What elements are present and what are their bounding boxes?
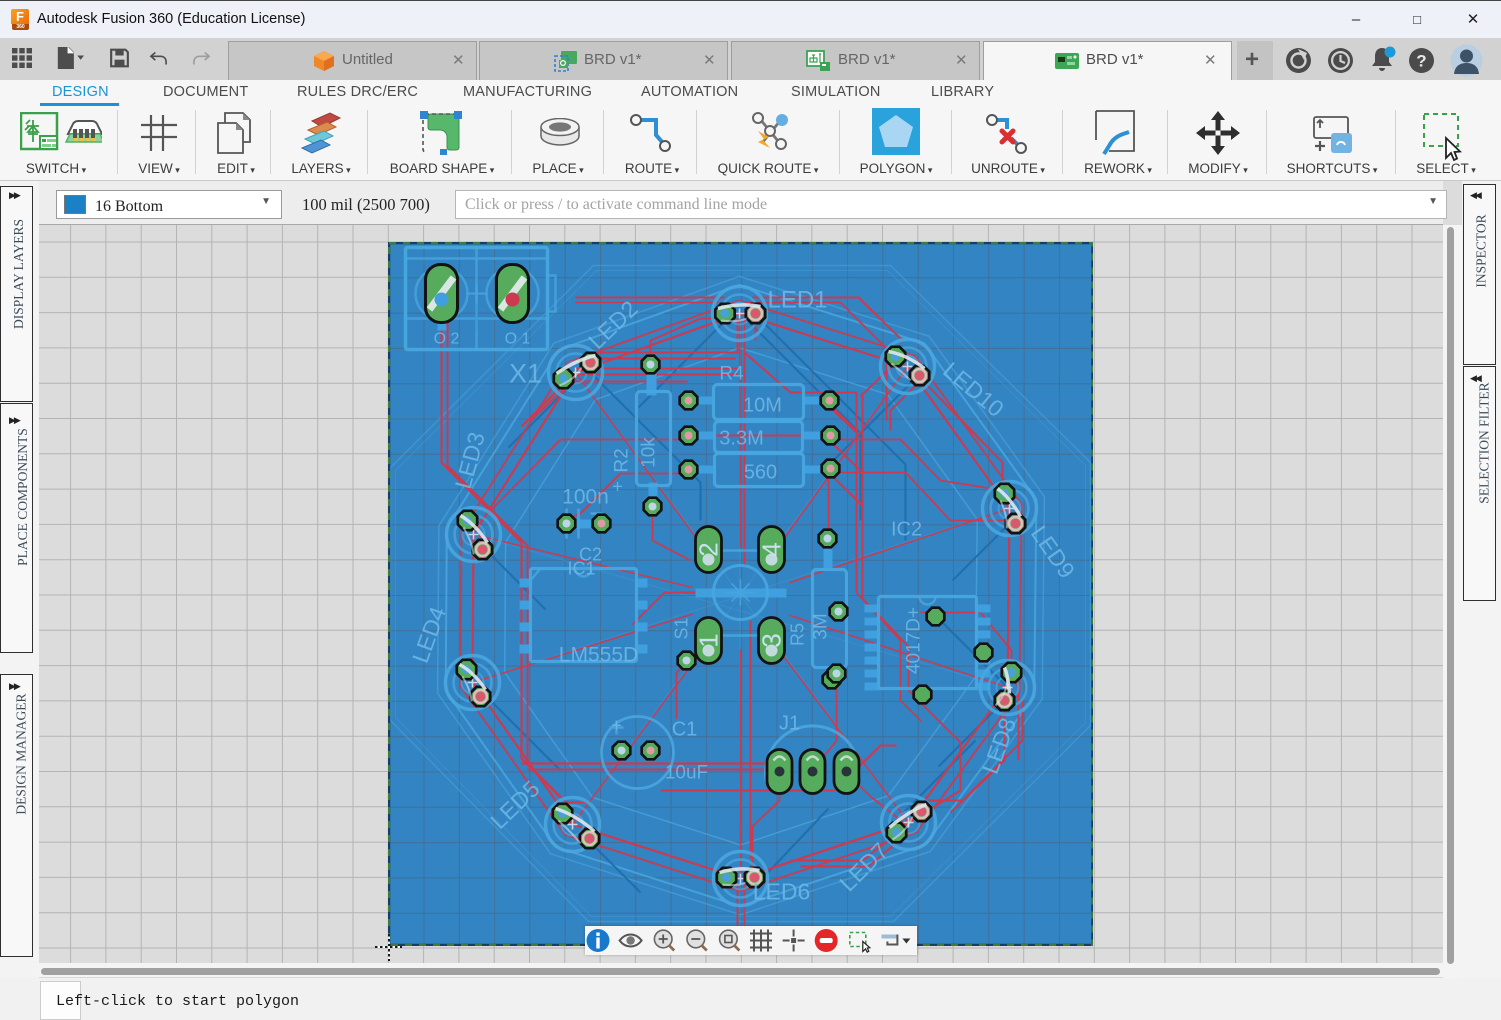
svg-text:10k: 10k	[639, 437, 660, 468]
svg-text:LED1: LED1	[767, 287, 827, 314]
svg-text:LED6: LED6	[753, 879, 811, 905]
svg-text:O 2: O 2	[434, 331, 460, 348]
svg-text:+: +	[612, 477, 623, 497]
svg-text:O 1: O 1	[505, 331, 531, 348]
svg-text:LM555D: LM555D	[559, 644, 638, 667]
svg-text:X1: X1	[509, 359, 542, 389]
svg-text:R5: R5	[788, 623, 808, 646]
svg-text:3.3M: 3.3M	[719, 428, 763, 450]
svg-text:10M: 10M	[743, 395, 782, 417]
svg-text:S1: S1	[672, 617, 692, 639]
svg-text:R2: R2	[612, 448, 633, 472]
svg-text:IC1: IC1	[567, 559, 595, 579]
svg-text:100n: 100n	[562, 486, 609, 509]
svg-text:?: ?	[1416, 52, 1426, 71]
svg-text:2: 2	[694, 542, 724, 556]
svg-text:3M: 3M	[811, 613, 832, 639]
svg-text:4017D+: 4017D+	[904, 607, 925, 674]
svg-text:1: 1	[694, 633, 724, 647]
svg-text:C1: C1	[672, 719, 698, 741]
svg-text:560: 560	[744, 462, 777, 484]
svg-text:+: +	[611, 716, 622, 736]
svg-text:3: 3	[757, 633, 787, 647]
svg-text:J1: J1	[779, 713, 800, 735]
svg-text:IC2: IC2	[891, 519, 922, 541]
svg-text:4: 4	[757, 542, 787, 556]
svg-text:10uF: 10uF	[665, 763, 708, 784]
svg-text:R4: R4	[719, 364, 744, 385]
